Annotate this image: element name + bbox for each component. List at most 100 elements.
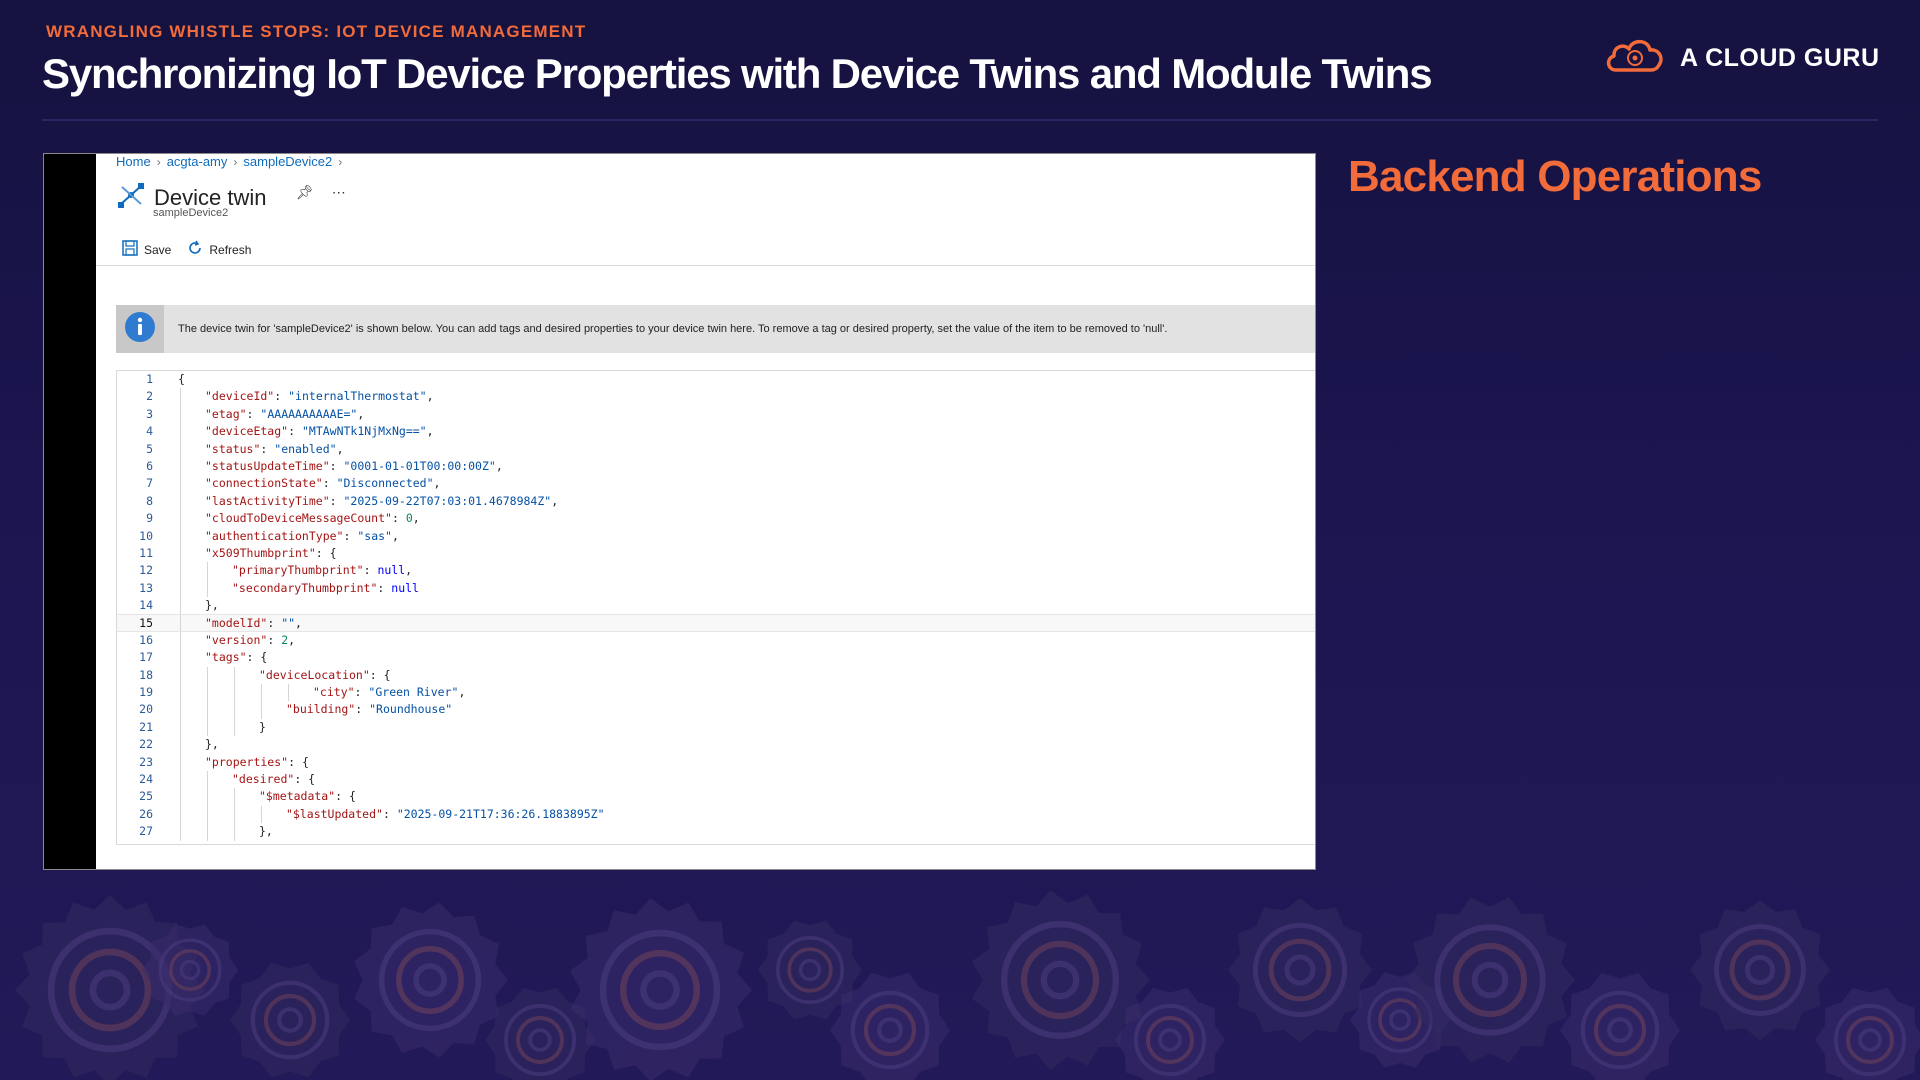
code-line[interactable]: 27}, [117, 823, 1315, 841]
indent-guide [207, 562, 208, 580]
code-text: "secondaryThumbprint": null [232, 580, 419, 595]
code-line[interactable]: 12 "primaryThumbprint": null, [117, 562, 1315, 580]
course-eyebrow: WRANGLING WHISTLE STOPS: IOT DEVICE MANA… [46, 22, 587, 41]
code-text: "desired": { [232, 771, 316, 786]
line-number: 5 [146, 441, 153, 456]
info-banner: The device twin for 'sampleDevice2' is s… [116, 305, 1315, 353]
refresh-icon [187, 240, 203, 259]
code-line[interactable]: 11 "x509Thumbprint": { [117, 544, 1315, 563]
breadcrumb-hub[interactable]: acgta-amy [167, 154, 228, 169]
info-icon [124, 311, 156, 348]
code-text: "status": "enabled", [205, 441, 344, 456]
line-number: 21 [139, 719, 153, 734]
gear-icon [354, 902, 508, 1058]
save-button[interactable]: Save [122, 240, 171, 259]
indent-guide [180, 753, 181, 771]
code-text: "deviceId": "internalThermostat", [205, 389, 434, 404]
code-line[interactable]: 9 "cloudToDeviceMessageCount": 0, [117, 510, 1315, 528]
decorative-gears [15, 890, 1920, 1080]
chevron-right-icon: › [233, 154, 238, 169]
gear-icon [1815, 987, 1920, 1080]
code-line[interactable]: 17 "tags": { [117, 649, 1315, 667]
code-text: "deviceEtag": "MTAwNTk1NjMxNg==", [205, 424, 434, 439]
code-text: "properties": { [205, 754, 309, 769]
code-text: "city": "Green River", [313, 685, 466, 700]
line-number: 2 [146, 389, 153, 404]
code-text: } [259, 719, 266, 734]
breadcrumb-device[interactable]: sampleDevice2 [243, 154, 332, 169]
code-line[interactable]: 14}, [117, 597, 1315, 615]
code-line[interactable]: 3 "etag": "AAAAAAAAAAE=", [117, 405, 1315, 424]
code-line[interactable]: 1{ [117, 371, 1315, 388]
code-line[interactable]: 21} [117, 718, 1315, 737]
side-heading: Backend Operations [1348, 152, 1762, 201]
code-line[interactable]: 2 "deviceId": "internalThermostat", [117, 388, 1315, 406]
code-line[interactable]: 7 "connectionState": "Disconnected", [117, 475, 1315, 493]
line-number: 8 [146, 493, 153, 508]
header-actions: 📌︎ ⋯ [296, 184, 346, 201]
code-line[interactable]: 10 "authenticationType": "sas", [117, 527, 1315, 545]
code-line[interactable]: 19 "city": "Green River", [117, 684, 1315, 702]
code-text: "$lastUpdated": "2025-09-21T17:36:26.188… [286, 806, 605, 821]
code-line[interactable]: 20 "building": "Roundhouse" [117, 701, 1315, 719]
page-subtitle: sampleDevice2 [153, 207, 229, 219]
breadcrumb-home[interactable]: Home [116, 154, 151, 169]
portal-screenshot: Home › acgta-amy › sampleDevice2 › Devic… [43, 153, 1316, 870]
code-line[interactable]: 26 "$lastUpdated": "2025-09-21T17:36:26.1… [117, 805, 1315, 824]
line-number: 4 [146, 424, 153, 439]
indent-guide [234, 666, 235, 685]
code-line[interactable]: 16 "version": 2, [117, 631, 1315, 650]
indent-guide [180, 423, 181, 441]
title-divider [42, 119, 1878, 121]
refresh-label: Refresh [209, 242, 252, 257]
brand-name: A CLOUD GURU [1680, 44, 1880, 72]
indent-guide [180, 562, 181, 580]
refresh-button[interactable]: Refresh [187, 240, 251, 259]
json-editor[interactable]: 1{2 "deviceId": "internalThermostat", 3 "et… [116, 370, 1315, 845]
indent-guide [180, 666, 181, 685]
indent-guide [180, 492, 181, 511]
indent-guide [261, 684, 262, 702]
indent-guide [261, 701, 262, 719]
pin-icon[interactable]: 📌︎ [296, 184, 314, 201]
line-number: 23 [139, 754, 153, 769]
indent-guide [180, 805, 181, 824]
code-line[interactable]: 24 "desired": { [117, 770, 1315, 789]
line-number: 11 [139, 545, 153, 560]
line-number: 1 [146, 372, 153, 386]
code-line[interactable]: 5 "status": "enabled", [117, 440, 1315, 458]
code-text: "version": 2, [205, 632, 296, 647]
indent-guide [180, 527, 181, 545]
gear-icon [570, 898, 752, 1080]
code-line[interactable]: 8 "lastActivityTime": "2025-09-22T07:03:0… [117, 492, 1315, 511]
indent-guide [180, 457, 181, 476]
code-text: "statusUpdateTime": "0001-01-01T00:00:00… [205, 458, 503, 473]
code-line[interactable]: 13 "secondaryThumbprint": null [117, 579, 1315, 598]
info-icon-box [116, 305, 164, 353]
save-label: Save [144, 242, 172, 257]
code-line[interactable]: 25 "$metadata": { [117, 788, 1315, 806]
code-line[interactable]: 23 "properties": { [117, 753, 1315, 771]
device-twin-icon [116, 180, 146, 215]
more-options-icon[interactable]: ⋯ [332, 184, 346, 201]
indent-guide [207, 701, 208, 719]
code-line[interactable]: 15 "modelId": "", [117, 614, 1315, 632]
line-number: 27 [139, 824, 153, 839]
code-line[interactable]: 18 "deviceLocation": { [117, 666, 1315, 685]
code-text: }, [205, 598, 219, 613]
indent-guide [180, 405, 181, 424]
command-bar: Save Refresh [122, 240, 251, 259]
indent-guide [180, 475, 181, 493]
code-text: }, [205, 737, 219, 752]
code-text: "$metadata": { [259, 789, 356, 804]
indent-guide [234, 718, 235, 737]
code-line[interactable]: 22}, [117, 736, 1315, 754]
line-number: 7 [146, 476, 153, 491]
code-line[interactable]: 4 "deviceEtag": "MTAwNTk1NjMxNg==", [117, 423, 1315, 441]
indent-guide [207, 788, 208, 806]
indent-guide [180, 544, 181, 563]
code-line[interactable]: 6 "statusUpdateTime": "0001-01-01T00:00:0… [117, 457, 1315, 476]
indent-guide [234, 684, 235, 702]
code-text: "lastActivityTime": "2025-09-22T07:03:01… [205, 493, 559, 508]
code-text: "tags": { [205, 650, 268, 665]
